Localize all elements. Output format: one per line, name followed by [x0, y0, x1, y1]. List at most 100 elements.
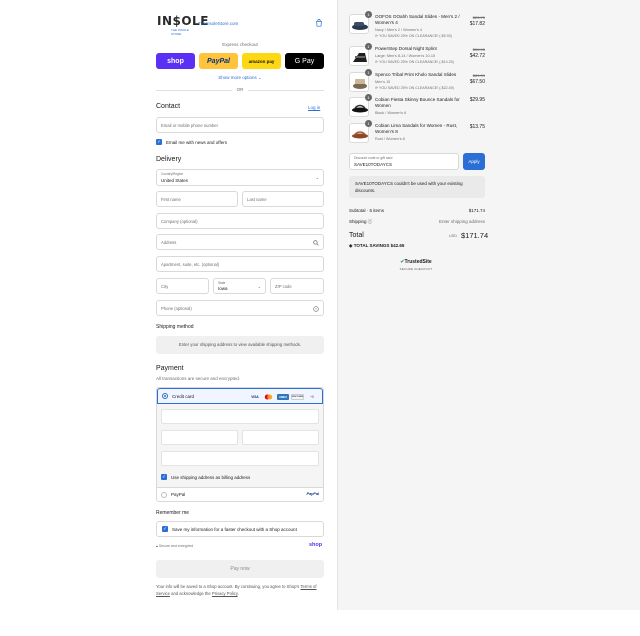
phone-field[interactable]: Phone (optional) ?: [156, 300, 324, 316]
shop-pay-button[interactable]: shop: [156, 53, 195, 69]
privacy-link[interactable]: Privacy Policy: [212, 591, 238, 596]
amazon-pay-button[interactable]: amazon pay: [242, 53, 281, 69]
item-price: $17.82: [469, 21, 485, 27]
last-name-placeholder: Last name: [247, 197, 267, 202]
credit-card-form: ✓ Use shipping address as billing addres…: [157, 404, 323, 487]
address-placeholder: Address: [161, 240, 177, 245]
discount-label: Discount code or gift card: [354, 156, 393, 160]
quantity-badge: 1: [365, 69, 372, 76]
country-select[interactable]: Country/Region United States ⌄: [156, 169, 324, 186]
order-item: 1 Cobian Fiesta Skinny Bounce Sandals fo…: [349, 94, 485, 119]
svg-text:?: ?: [315, 307, 317, 311]
order-item: 1 Cobian Lima Sandals for Women - Rust, …: [349, 120, 485, 145]
checkout-main: IN$OLE THE INSOLE STORE TheInsoleStore.c…: [0, 0, 337, 610]
express-checkout-label: Express checkout: [222, 42, 258, 47]
discount-code-field[interactable]: Discount code or gift card SAVE10TODAYCS: [349, 153, 459, 170]
subtotal-label: Subtotal · 5 items: [349, 208, 385, 213]
quantity-badge: 1: [365, 94, 372, 101]
contact-title: Contact: [156, 103, 181, 110]
item-name: Cobian Fiesta Skinny Bounce Sandals for …: [375, 97, 460, 108]
last-name-field[interactable]: Last name: [242, 191, 324, 207]
quantity-badge: 1: [365, 11, 372, 18]
shipping-method-title: Shipping method: [156, 324, 194, 330]
credit-card-radio[interactable]: [162, 393, 168, 399]
tag-icon: ⟳: [375, 86, 379, 90]
item-original-price: $89.99: [472, 73, 485, 78]
apartment-placeholder: Apartment, suite, etc. (optional): [161, 262, 220, 267]
security-code-field[interactable]: [242, 430, 319, 445]
chevron-down-icon: ⌄: [315, 175, 319, 180]
credit-card-option[interactable]: Credit card VISA AMEX DISCOVER +5: [157, 388, 323, 404]
tag-icon: ⟳: [375, 34, 379, 38]
total-currency: USD: [449, 234, 458, 238]
secure-encrypted-text: 🔒︎ Secure and encrypted: [156, 544, 193, 548]
newsletter-checkbox[interactable]: ✓: [156, 139, 162, 145]
save-info-checkbox[interactable]: ✓: [162, 526, 168, 532]
payment-subtitle: All transactions are secure and encrypte…: [156, 376, 241, 381]
discount-value: SAVE10TODAYCS: [354, 162, 393, 167]
item-variant: Black / Women's 6: [375, 111, 407, 115]
quantity-badge: 1: [365, 120, 372, 127]
credit-card-label: Credit card: [172, 394, 195, 399]
trustedsite-badge[interactable]: ✔TrustedSite SECURE CHECKOUT: [396, 259, 436, 274]
total-value: $171.74: [461, 231, 489, 240]
zip-field[interactable]: ZIP code: [270, 278, 324, 294]
tag-icon: ⟳: [375, 60, 379, 64]
address-field[interactable]: Address: [156, 234, 324, 250]
legal-text: Your info will be saved to a Shop accoun…: [156, 583, 326, 597]
store-logo[interactable]: IN$OLE THE INSOLE STORE: [157, 13, 208, 36]
trustedsite-subtext: SECURE CHECKOUT: [399, 267, 433, 271]
company-field[interactable]: Company (optional): [156, 213, 324, 229]
lock-icon: 🔒︎: [156, 544, 158, 548]
paypal-logo-icon: PayPal: [306, 492, 319, 496]
city-field[interactable]: City: [156, 278, 209, 294]
shopping-bag-icon[interactable]: [315, 19, 323, 27]
secure-label: Secure and encrypted: [158, 544, 194, 548]
legal-end: .: [237, 591, 239, 596]
mastercard-icon: [263, 394, 273, 400]
legal-intro: Your info will be saved to a Shop accoun…: [156, 584, 300, 589]
name-on-card-field[interactable]: [161, 451, 319, 466]
pay-now-button[interactable]: Pay now: [156, 560, 324, 578]
billing-same-checkbox[interactable]: ✓: [161, 474, 167, 480]
item-variant: Navy / Men's 2 / Women's 4: [375, 28, 422, 32]
paypal-radio[interactable]: [161, 492, 167, 498]
logo-subtext: THE INSOLE STORE: [171, 28, 189, 36]
google-pay-button[interactable]: G Pay: [285, 53, 324, 69]
first-name-field[interactable]: First name: [156, 191, 238, 207]
first-name-placeholder: First name: [161, 197, 181, 202]
show-more-options-link[interactable]: Show more options ⌄: [156, 75, 324, 81]
search-icon: [313, 240, 319, 246]
item-variant: Large: Men's 8-14 / Women's 10-15: [375, 54, 436, 58]
item-original-price: $56.95: [472, 47, 485, 52]
apply-discount-button[interactable]: Apply: [463, 153, 485, 170]
quantity-badge: 1: [365, 43, 372, 50]
state-label: State: [218, 281, 226, 285]
paypal-button[interactable]: PayPal: [199, 53, 238, 69]
phone-placeholder: Phone (optional): [161, 306, 192, 311]
item-variant: Men's 10: [375, 80, 391, 84]
paypal-label: PayPal: [171, 492, 186, 497]
visa-icon: VISA: [251, 395, 259, 399]
login-link[interactable]: Log in: [308, 105, 320, 110]
tag-icon: ◈: [349, 243, 353, 248]
or-divider: OR: [156, 87, 324, 93]
total-label: Total: [349, 232, 364, 239]
item-savings: ⟳ YOU SAVED 25% ON CLEARANCE! (-$14.25): [375, 60, 454, 64]
help-icon[interactable]: ?: [313, 306, 319, 312]
legal-middle: and acknowledge the: [171, 591, 211, 596]
expiration-field[interactable]: [161, 430, 238, 445]
apartment-field[interactable]: Apartment, suite, etc. (optional): [156, 256, 324, 272]
email-placeholder: Email or mobile phone number: [161, 123, 219, 128]
email-field[interactable]: Email or mobile phone number: [156, 117, 324, 133]
item-price: $13.75: [469, 124, 485, 130]
card-number-field[interactable]: [161, 409, 319, 424]
country-value: United States: [161, 178, 189, 183]
discover-icon: DISCOVER: [291, 394, 304, 400]
state-select[interactable]: State Iowa ⌄: [213, 278, 266, 294]
subtotal-value: $171.74: [468, 208, 485, 213]
paypal-option[interactable]: PayPal PayPal: [157, 487, 323, 501]
amex-icon: AMEX: [277, 394, 289, 400]
total-savings: ◈ TOTAL SAVINGS $42.65: [349, 243, 404, 249]
item-name: Cobian Lima Sandals for Women - Rust, Wo…: [375, 123, 458, 134]
